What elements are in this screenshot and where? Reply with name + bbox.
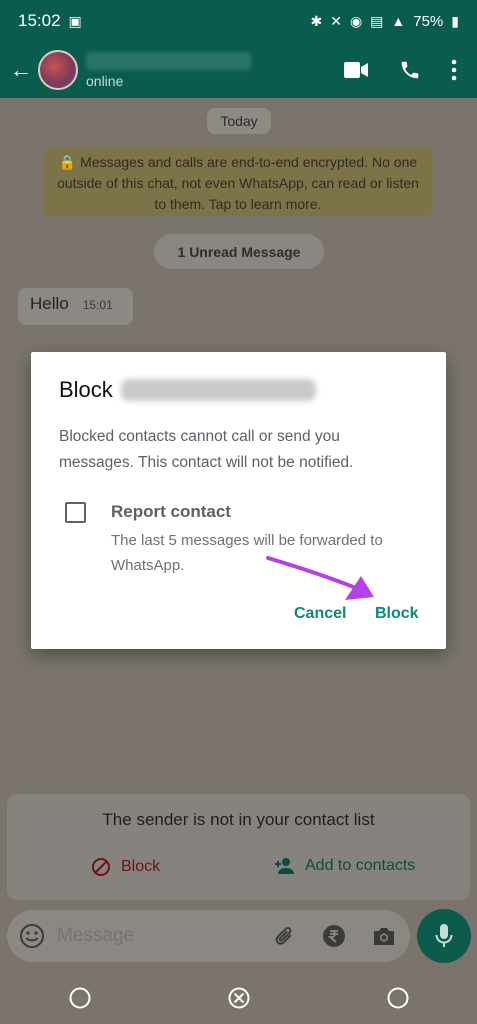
message-input[interactable] bbox=[57, 925, 257, 947]
message-time: 15:01 bbox=[82, 298, 113, 312]
panel-block-button[interactable]: Block bbox=[91, 857, 160, 877]
status-time: 15:02 bbox=[18, 11, 61, 30]
bluetooth-icon: ✱ bbox=[310, 12, 323, 29]
dialog-body: Blocked contacts cannot call or send you… bbox=[59, 428, 354, 471]
avatar[interactable] bbox=[38, 50, 78, 90]
report-contact-checkbox[interactable] bbox=[65, 502, 86, 523]
video-call-icon[interactable] bbox=[343, 60, 369, 80]
back-nav-icon[interactable] bbox=[386, 986, 410, 1010]
mute-icon: ✕ bbox=[330, 12, 342, 29]
dialog-title: Block bbox=[59, 377, 316, 403]
attach-icon[interactable] bbox=[274, 924, 296, 948]
contact-name-blurred bbox=[120, 379, 316, 401]
report-contact-description: The last 5 messages will be forwarded to… bbox=[111, 532, 383, 574]
message-bubble[interactable]: Hello 15:01 bbox=[18, 288, 133, 325]
cancel-button[interactable]: Cancel bbox=[294, 605, 346, 623]
add-to-contacts-label: Add to contacts bbox=[305, 857, 416, 874]
more-options-icon[interactable] bbox=[451, 59, 457, 81]
contact-name-blurred bbox=[86, 51, 251, 70]
date-chip: Today bbox=[207, 108, 271, 134]
block-button[interactable]: Block bbox=[375, 605, 419, 623]
gallery-icon: ▣ bbox=[68, 12, 82, 29]
unread-count-chip: 1 Unread Message bbox=[154, 234, 324, 269]
signal-icon: ▲ bbox=[391, 13, 406, 29]
panel-block-label: Block bbox=[121, 858, 161, 875]
battery-level: 75% bbox=[413, 12, 444, 30]
back-arrow-icon[interactable]: ← bbox=[6, 57, 36, 83]
unknown-sender-text: The sender is not in your contact list bbox=[102, 810, 375, 829]
hotspot-icon: ◉ bbox=[349, 12, 363, 29]
report-contact-label[interactable]: Report contact bbox=[111, 502, 231, 522]
mic-button[interactable] bbox=[417, 909, 471, 963]
contact-status: online bbox=[86, 72, 124, 89]
status-icons: ✱ ✕ ◉ ▤ ▲ 75% ▮ bbox=[310, 13, 459, 30]
message-input-bar bbox=[7, 910, 410, 962]
volte-icon: ▤ bbox=[370, 12, 384, 29]
add-contact-icon bbox=[275, 858, 294, 874]
chat-header: ← online bbox=[0, 42, 477, 98]
add-to-contacts-button[interactable]: Add to contacts bbox=[273, 857, 415, 875]
block-icon bbox=[92, 858, 110, 876]
unknown-sender-panel: The sender is not in your contact list B… bbox=[7, 794, 470, 900]
recents-icon[interactable] bbox=[68, 986, 92, 1010]
rupee-payment-icon[interactable] bbox=[322, 924, 346, 948]
block-dialog: Block Blocked contacts cannot call or se… bbox=[31, 352, 446, 649]
home-icon[interactable] bbox=[227, 986, 251, 1010]
header-actions bbox=[343, 59, 457, 81]
voice-call-icon[interactable] bbox=[399, 59, 421, 81]
camera-icon[interactable] bbox=[372, 925, 396, 947]
battery-icon: ▮ bbox=[451, 12, 459, 29]
message-text: Hello bbox=[30, 294, 69, 313]
input-actions bbox=[274, 924, 396, 948]
system-nav-bar bbox=[0, 972, 477, 1024]
status-bar: 15:02 ▣ ✱ ✕ ◉ ▤ ▲ 75% ▮ bbox=[0, 0, 477, 42]
contact-info[interactable]: online bbox=[86, 51, 251, 89]
mic-icon bbox=[435, 924, 453, 947]
dialog-title-text: Block bbox=[59, 377, 113, 402]
encryption-notice[interactable]: 🔒 Messages and calls are end-to-end encr… bbox=[43, 148, 433, 216]
emoji-icon[interactable] bbox=[19, 923, 45, 949]
